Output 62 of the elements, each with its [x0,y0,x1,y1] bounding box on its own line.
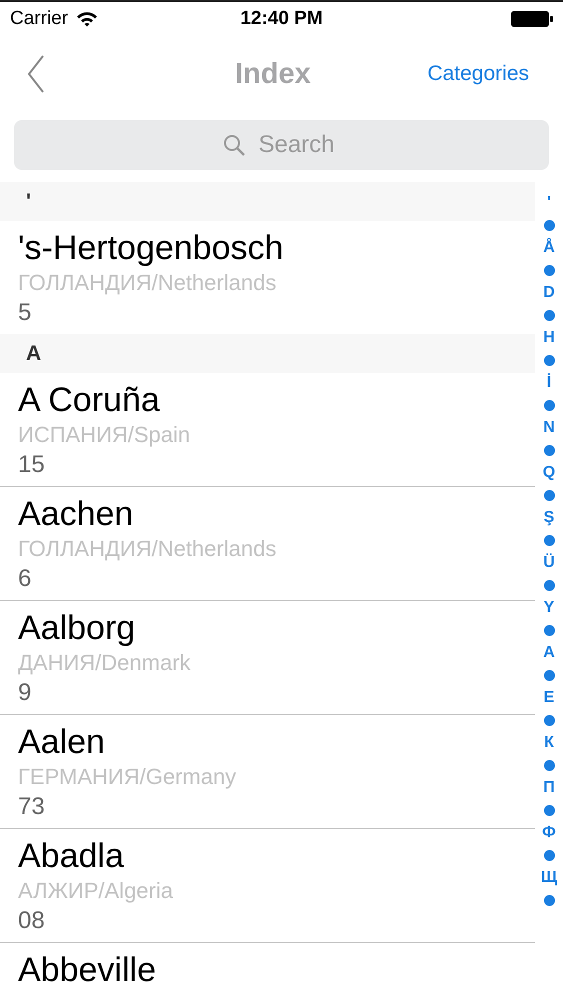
count-label: 73 [18,792,46,822]
index-dot[interactable] [544,445,554,456]
index-dot[interactable] [544,490,554,502]
count-label: 5 [18,298,32,328]
search-field[interactable]: Search [14,120,549,170]
city-name[interactable]: Aachen [18,493,535,535]
country-label: ГОЛЛАНДИЯ/Netherlands [18,269,278,297]
country-label: ИСПАНИЯ/Spain [18,421,192,449]
index-letter[interactable]: N [543,417,555,440]
section-header: ' [26,190,31,214]
count-label: 15 [18,450,46,480]
index-letter[interactable]: Щ [540,867,558,890]
city-name[interactable]: Aalborg [18,607,535,649]
index-letter[interactable]: А [543,642,555,664]
index-letter[interactable]: Е [544,687,554,710]
battery-icon [511,10,553,28]
index-letter[interactable]: Ф [542,822,556,844]
city-name[interactable]: Aalen [18,721,535,763]
index-dot[interactable] [544,760,554,772]
index-letter[interactable]: D [543,282,555,304]
index-letter[interactable]: Å [543,237,555,260]
index-dot[interactable] [544,265,554,276]
country-label: ДАНИЯ/Denmark [18,649,192,677]
index-dot[interactable] [544,220,554,232]
index-letter[interactable]: Y [544,597,554,620]
country-label: АЛЖИР/Algeria [18,877,174,905]
index-dot[interactable] [544,355,554,366]
index-letter[interactable]: Ş [544,507,554,530]
index-letter[interactable]: Ü [543,552,555,574]
section-header: A [26,342,42,366]
count-label: 08 [18,906,46,936]
index-dot[interactable] [544,670,554,682]
search-icon [222,133,246,157]
index-letter[interactable]: П [543,777,555,800]
country-label: ГЕРМАНИЯ/Germany [18,763,238,791]
count-label: 6 [18,564,32,594]
index-letter[interactable]: Q [542,462,556,484]
index-dot[interactable] [544,400,554,412]
index-dot[interactable] [544,895,554,906]
index-letter[interactable]: ' [547,192,551,214]
index-dot[interactable] [544,580,554,592]
index-letter[interactable]: İ [546,372,552,394]
index-dot[interactable] [544,310,554,322]
country-label: ГОЛЛАНДИЯ/Netherlands [18,535,278,563]
index-dot[interactable] [544,805,554,816]
count-label: 9 [18,678,32,708]
index-dot[interactable] [544,625,554,636]
wifi-icon [76,11,98,27]
index-letter[interactable]: К [544,732,554,754]
status-time: 12:40 PM [239,8,324,30]
index-dot[interactable] [544,715,554,726]
index-dot[interactable] [544,535,554,546]
carrier-label: Carrier [10,8,68,30]
nav-title: Index [235,58,311,90]
city-name[interactable]: Abadla [18,835,535,877]
city-name[interactable]: 's-Hertogenbosch [18,227,535,269]
index-dot[interactable] [544,850,554,862]
city-name[interactable]: Abbeville [18,949,535,991]
city-name[interactable]: A Coruña [18,379,535,421]
index-letter[interactable]: H [543,327,555,350]
categories-button[interactable]: Categories [427,62,529,86]
back-button[interactable] [26,54,46,94]
